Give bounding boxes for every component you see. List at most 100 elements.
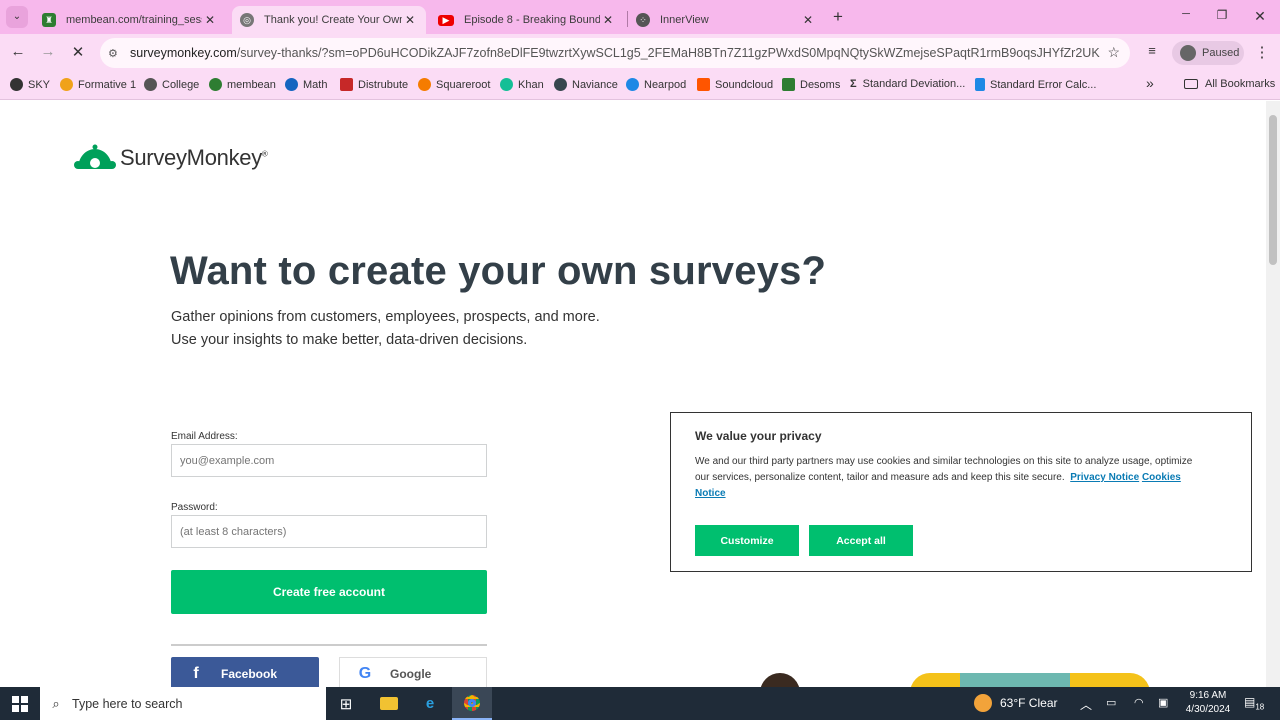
privacy-notice-link[interactable]: Privacy Notice [1070,472,1139,483]
create-account-button[interactable]: Create free account [171,570,487,614]
email-field[interactable] [171,444,487,477]
bookmark-naviance[interactable]: Naviance [554,78,618,91]
address-bar[interactable]: ⚙ surveymonkey.com/survey-thanks/?sm=oPD… [100,38,1130,68]
page-title: Want to create your own surveys? [170,249,827,293]
facebook-signup-button[interactable]: f Facebook [171,657,319,687]
bookmark-standard-error[interactable]: Standard Error Calc... [975,78,1096,91]
tab-search-button[interactable]: ⌄ [6,6,28,28]
bookmark-nearpod[interactable]: Nearpod [626,78,686,91]
restore-button[interactable]: ❐ [1212,8,1232,22]
bookmark-label: College [162,78,200,91]
show-hidden-icons[interactable]: ︿ [1080,696,1092,713]
close-tab-icon[interactable]: ✕ [202,13,218,27]
facebook-label: Facebook [221,667,278,681]
toolbar: ← → ✕ ⚙ surveymonkey.com/survey-thanks/?… [0,34,1280,72]
squareroot-icon [418,78,431,91]
back-icon[interactable]: ← [8,43,28,60]
bookmark-label: Distrubute [358,78,409,91]
google-icon: G [358,665,372,682]
bookmark-desoms[interactable]: Desoms [782,78,840,91]
bookmark-college[interactable]: College [144,78,199,91]
tab-strip: ⌄ ♜ membean.com/training_session ✕ ◎ Tha… [0,0,1280,34]
close-tab-icon[interactable]: ✕ [402,13,418,27]
surveymonkey-logo[interactable]: SurveyMonkey® [74,143,268,173]
sky-icon [10,78,23,91]
email-label: Email Address: [171,431,238,442]
taskbar-search-box[interactable]: ⌕ Type here to search [40,687,326,720]
task-view-icon[interactable]: ⊞ [326,687,366,720]
bookmark-label: Desoms [800,78,841,91]
password-field[interactable] [171,515,487,548]
file-explorer-icon[interactable] [369,687,409,720]
menu-icon[interactable]: ⋮ [1252,43,1272,61]
naviance-icon [554,78,567,91]
tab-title: membean.com/training_session [66,14,202,26]
tab-title: Episode 8 - Breaking Boundarie [464,14,600,26]
bookmark-distrubute[interactable]: Distrubute [340,78,408,91]
bookmark-label: Squareroot [436,78,491,91]
monkey-logo-icon [74,144,116,169]
bookmark-label: Math [303,78,328,91]
customize-button[interactable]: Customize [695,525,799,556]
close-tab-icon[interactable]: ✕ [600,13,616,27]
profile-status: Paused [1202,47,1240,59]
minimize-button[interactable]: ─ [1176,8,1196,20]
bookmark-soundcloud[interactable]: Soundcloud [697,78,773,91]
bookmark-math[interactable]: Math [285,78,327,91]
calculator-icon [975,78,985,91]
bookmark-membean[interactable]: membean [209,78,276,91]
media-control-icon[interactable]: ≡ [1142,43,1162,58]
wifi-icon[interactable]: ◠ [1134,696,1144,709]
tab-youtube[interactable]: ▶ Episode 8 - Breaking Boundarie ✕ [430,6,624,34]
tab-title: Thank you! Create Your Own On [264,14,402,26]
tab-surveymonkey[interactable]: ◎ Thank you! Create Your Own On ✕ [232,6,426,34]
bookmarks-overflow-button[interactable]: » [1146,75,1154,91]
display-icon[interactable]: ▣ [1158,696,1168,709]
google-label: Google [390,667,432,681]
surveymonkey-icon: ◎ [240,13,254,27]
chrome-taskbar-icon[interactable] [452,687,492,720]
stop-loading-icon[interactable]: ✕ [68,43,88,61]
battery-icon[interactable]: ▭ [1106,696,1116,709]
notifications-icon[interactable]: ▤18 [1244,695,1264,711]
bookmark-label: Khan [518,78,544,91]
url-text[interactable]: surveymonkey.com/survey-thanks/?sm=oPD6u… [130,46,1100,60]
bookmark-khan[interactable]: Khan [500,78,544,91]
nearpod-icon [626,78,639,91]
page-scrollbar[interactable] [1266,101,1280,687]
tab-innerview[interactable]: ⁘ InnerView ✕ [628,6,824,34]
tab-title: InnerView [660,14,709,26]
google-signup-button[interactable]: G Google [339,657,487,687]
new-tab-button[interactable]: + [828,7,848,27]
forward-icon[interactable]: → [38,43,58,60]
close-tab-icon[interactable]: ✕ [800,13,816,27]
bookmark-formative[interactable]: Formative 1 [60,78,136,91]
bookmark-squareroot[interactable]: Squareroot [418,78,490,91]
person-photo-teal [960,673,1070,687]
windows-start-button[interactable] [0,687,40,720]
scrollbar-thumb[interactable] [1269,115,1277,265]
password-label: Password: [171,502,218,513]
profile-button[interactable]: Paused [1172,41,1244,65]
bookmark-star-icon[interactable]: ☆ [1107,44,1120,61]
close-window-button[interactable]: ✕ [1250,8,1270,25]
site-settings-icon[interactable]: ⚙ [108,47,126,60]
clock[interactable]: 9:16 AM 4/30/2024 [1180,689,1236,717]
khan-icon [500,78,513,91]
weather-widget[interactable]: 63°F Clear [974,694,1058,712]
search-icon: ⌕ [52,695,60,711]
bookmark-label: Nearpod [644,78,687,91]
bookmark-label: Standard Error Calc... [990,78,1097,91]
tab-membean[interactable]: ♜ membean.com/training_session ✕ [34,6,226,34]
cookie-body: We and our third party partners may use … [695,454,1195,502]
bookmark-standard-deviation[interactable]: Σ Standard Deviation... [850,78,965,90]
bookmark-sky[interactable]: SKY [10,78,50,91]
page-content: SurveyMonkey® Want to create your own su… [0,101,1266,687]
avatar [1180,45,1196,61]
internet-explorer-icon[interactable]: e [410,687,450,720]
all-bookmarks-button[interactable]: All Bookmarks [1184,78,1275,90]
notification-count: 18 [1255,702,1265,712]
person-photo-bottom-left [760,673,800,687]
bookmark-label: Soundcloud [715,78,774,91]
accept-all-button[interactable]: Accept all [809,525,913,556]
